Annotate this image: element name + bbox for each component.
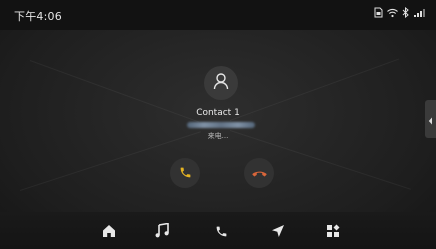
answer-call-button[interactable]	[170, 158, 200, 188]
status-bar: 下午4:06	[0, 0, 436, 30]
status-time: 下午4:06	[14, 10, 62, 23]
signal-icon	[414, 7, 426, 18]
contact-name: Contact 1	[196, 108, 240, 118]
nav-apps-button[interactable]	[322, 221, 344, 243]
nav-navigation-button[interactable]	[267, 221, 289, 243]
phone-hangup-icon	[251, 164, 267, 183]
music-note-icon	[155, 222, 169, 242]
phone-icon	[215, 223, 228, 242]
contact-avatar	[204, 66, 238, 100]
bottom-navigation-bar	[0, 212, 436, 249]
person-icon	[213, 72, 229, 94]
home-icon	[102, 223, 116, 242]
call-status: 来电...	[207, 132, 229, 140]
sim-card-icon	[374, 7, 383, 18]
contact-number-blurred	[187, 122, 255, 128]
navigation-arrow-icon	[271, 223, 285, 242]
status-icons	[374, 7, 426, 18]
decline-call-button[interactable]	[244, 158, 274, 188]
phone-answer-icon	[179, 164, 192, 183]
apps-grid-icon	[326, 223, 340, 242]
nav-phone-button[interactable]	[210, 221, 232, 243]
incoming-call-screen: 下午4:06 Contact 1 来电...	[0, 0, 436, 249]
nav-home-button[interactable]	[98, 221, 120, 243]
bluetooth-icon	[402, 7, 410, 18]
wifi-icon	[387, 8, 398, 18]
nav-music-button[interactable]	[151, 221, 173, 243]
